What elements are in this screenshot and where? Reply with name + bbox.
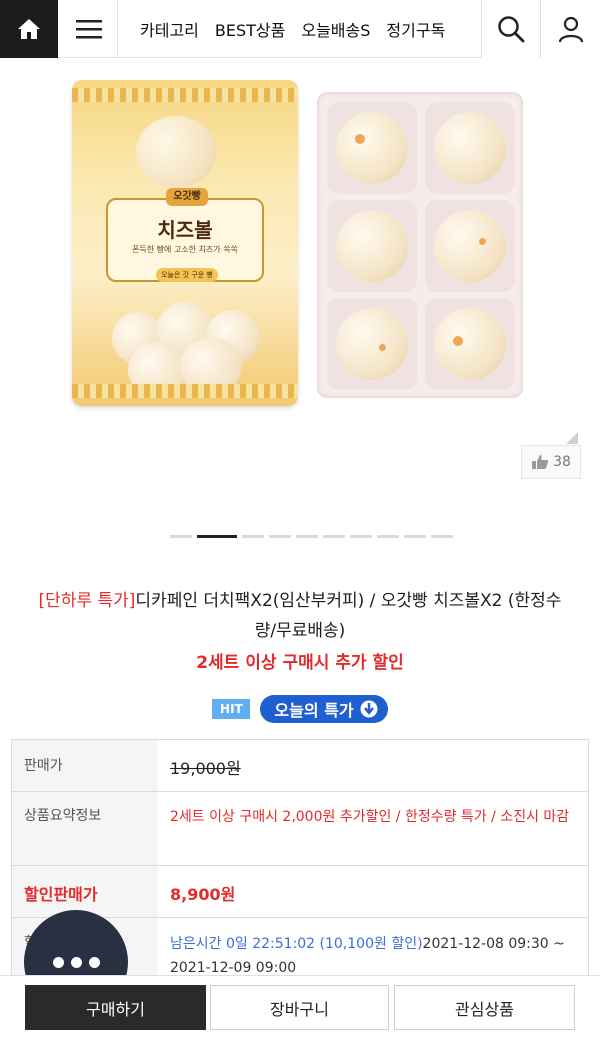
buy-now-button[interactable]: 구매하기 (25, 985, 206, 1030)
today-special-label: 오늘의 특가 (274, 701, 354, 720)
add-to-cart-button[interactable]: 장바구니 (210, 985, 389, 1030)
nav-item-category[interactable]: 카테고리 (140, 17, 199, 41)
summary-text: 2세트 이상 구매시 2,000원 추가할인 / 한정수량 특가 / 소진시 마… (158, 792, 589, 865)
pager-dot[interactable] (242, 535, 264, 538)
tray-cheese-ball (336, 112, 408, 184)
pager-dot[interactable] (170, 535, 192, 538)
tray-cell (425, 102, 515, 194)
cheese-bit (355, 134, 365, 144)
image-pager[interactable] (170, 535, 453, 539)
hit-badge: HIT (212, 699, 251, 719)
tray-cheese-ball (434, 308, 506, 380)
tray-cell (425, 298, 515, 390)
menu-button[interactable] (60, 0, 118, 58)
like-count: 38 (553, 454, 571, 470)
bag-brand: 오갓빵 (166, 188, 208, 206)
cheese-ball-tray-image (317, 92, 523, 398)
thumbs-up-icon (532, 455, 549, 469)
tray-cell (327, 200, 417, 292)
pager-dot[interactable] (404, 535, 426, 538)
cheese-ball-bag-image: 오갓빵 치즈볼 폰득한 빵에 고소한 치즈가 쏙쏙 오늘은 갓 구운 빵 (72, 80, 298, 406)
product-image-gallery[interactable]: 오갓빵 치즈볼 폰득한 빵에 고소한 치즈가 쏙쏙 오늘은 갓 구운 빵 38 (0, 58, 600, 548)
bag-title: 치즈볼 (157, 218, 213, 242)
user-button[interactable] (540, 0, 600, 58)
more-dot-icon (70, 956, 82, 968)
sale-price-row: 할인판매가 8,900원 (11, 866, 589, 918)
cheese-bit (453, 336, 463, 346)
bottom-action-bar: 구매하기 장바구니 관심상품 (0, 975, 600, 1037)
category-nav: 카테고리 BEST상품 오늘배송S 정기구독 (124, 0, 480, 58)
pager-dot[interactable] (431, 535, 453, 538)
pager-dot[interactable] (323, 535, 345, 538)
more-dot-icon (52, 956, 64, 968)
today-special-badge: 오늘의 특가 (260, 695, 388, 723)
pager-dot[interactable] (269, 535, 291, 538)
user-icon (558, 16, 583, 43)
pager-dot[interactable] (197, 535, 237, 538)
bag-pill: 오늘은 갓 구운 빵 (156, 268, 218, 282)
tray-cell (327, 102, 417, 194)
original-price: 19,000원 (158, 740, 589, 791)
wishlist-button[interactable]: 관심상품 (394, 985, 575, 1030)
tray-cheese-ball (336, 210, 408, 282)
pager-dot[interactable] (350, 535, 372, 538)
price-label: 판매가 (11, 740, 158, 791)
search-icon (497, 16, 524, 43)
nav-item-today-delivery[interactable]: 오늘배송S (301, 17, 370, 41)
search-button[interactable] (481, 0, 539, 58)
top-header: 카테고리 BEST상품 오늘배송S 정기구독 (0, 0, 600, 58)
tray-cheese-ball (336, 308, 408, 380)
summary-row: 상품요약정보 2세트 이상 구매시 2,000원 추가할인 / 한정수량 특가 … (11, 792, 589, 866)
pager-dot[interactable] (377, 535, 399, 538)
sale-price: 8,900원 (158, 866, 589, 917)
bag-mascot (136, 116, 216, 188)
more-dot-icon (88, 956, 100, 968)
pager-dot[interactable] (296, 535, 318, 538)
timer-value: 남은시간 0일 22:51:02 (10,100원 할인)2021-12-08 … (158, 918, 589, 981)
summary-label: 상품요약정보 (11, 792, 158, 865)
sale-price-label: 할인판매가 (11, 866, 158, 917)
tray-cheese-ball (434, 112, 506, 184)
product-promo: 2세트 이상 구매시 추가 할인 (196, 653, 404, 673)
product-title-tag: [단하루 특가] (38, 591, 136, 611)
cheese-bit (479, 238, 486, 245)
tray-cell (425, 200, 515, 292)
tray-cheese-ball (434, 210, 506, 282)
product-title: [단하루 특가]디카페인 더치팩X2(임산부커피) / 오갓빵 치즈볼X2 (한… (30, 586, 570, 646)
home-icon (18, 19, 40, 39)
hamburger-menu-icon (75, 20, 102, 39)
bag-stripe-bottom (72, 384, 298, 398)
cheese-bit (379, 344, 386, 351)
bag-subtitle: 폰득한 빵에 고소한 치즈가 쏙쏙 (132, 245, 238, 254)
remaining-time: 남은시간 0일 22:51:02 (10,100원 할인) (170, 936, 423, 952)
nav-item-subscription[interactable]: 정기구독 (386, 17, 445, 41)
bag-stripe-top (72, 88, 298, 102)
product-badges: HIT 오늘의 특가 (0, 695, 600, 723)
tray-cell (327, 298, 417, 390)
arrow-down-circle-icon (360, 700, 378, 718)
nav-item-best[interactable]: BEST상품 (215, 17, 285, 41)
price-row: 판매가 19,000원 (11, 740, 589, 792)
bag-label: 오갓빵 치즈볼 폰득한 빵에 고소한 치즈가 쏙쏙 오늘은 갓 구운 빵 (106, 188, 264, 282)
home-button[interactable] (0, 0, 58, 58)
like-button[interactable]: 38 (521, 445, 581, 479)
product-title-text: 디카페인 더치팩X2(임산부커피) / 오갓빵 치즈볼X2 (한정수량/무료배송… (135, 591, 562, 641)
share-corner-icon[interactable] (566, 432, 578, 444)
